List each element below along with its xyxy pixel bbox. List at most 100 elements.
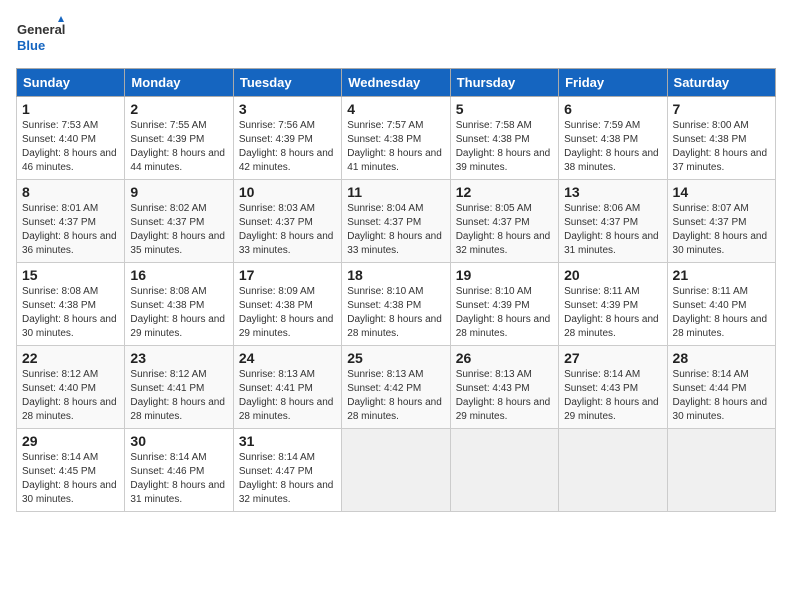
- day-info: Sunrise: 7:56 AMSunset: 4:39 PMDaylight:…: [239, 120, 334, 173]
- day-info: Sunrise: 8:12 AMSunset: 4:40 PMDaylight:…: [22, 369, 117, 422]
- day-info: Sunrise: 7:59 AMSunset: 4:38 PMDaylight:…: [564, 120, 659, 173]
- day-info: Sunrise: 8:13 AMSunset: 4:42 PMDaylight:…: [347, 369, 442, 422]
- day-info: Sunrise: 8:05 AMSunset: 4:37 PMDaylight:…: [456, 203, 551, 256]
- calendar-week-1: 1 Sunrise: 7:53 AMSunset: 4:40 PMDayligh…: [17, 97, 776, 180]
- calendar-cell: 10 Sunrise: 8:03 AMSunset: 4:37 PMDaylig…: [233, 180, 341, 263]
- day-info: Sunrise: 7:53 AMSunset: 4:40 PMDaylight:…: [22, 120, 117, 173]
- calendar-week-5: 29 Sunrise: 8:14 AMSunset: 4:45 PMDaylig…: [17, 429, 776, 512]
- logo: General Blue: [16, 16, 66, 60]
- day-info: Sunrise: 7:57 AMSunset: 4:38 PMDaylight:…: [347, 120, 442, 173]
- day-info: Sunrise: 8:00 AMSunset: 4:38 PMDaylight:…: [673, 120, 768, 173]
- calendar-cell: 28 Sunrise: 8:14 AMSunset: 4:44 PMDaylig…: [667, 346, 775, 429]
- calendar-cell: 13 Sunrise: 8:06 AMSunset: 4:37 PMDaylig…: [559, 180, 667, 263]
- day-number: 17: [239, 267, 336, 283]
- calendar-cell: 7 Sunrise: 8:00 AMSunset: 4:38 PMDayligh…: [667, 97, 775, 180]
- day-number: 13: [564, 184, 661, 200]
- day-number: 21: [673, 267, 770, 283]
- day-number: 26: [456, 350, 553, 366]
- day-number: 16: [130, 267, 227, 283]
- calendar-cell: 24 Sunrise: 8:13 AMSunset: 4:41 PMDaylig…: [233, 346, 341, 429]
- calendar-cell: 16 Sunrise: 8:08 AMSunset: 4:38 PMDaylig…: [125, 263, 233, 346]
- day-number: 19: [456, 267, 553, 283]
- day-info: Sunrise: 8:13 AMSunset: 4:41 PMDaylight:…: [239, 369, 334, 422]
- calendar-cell: 9 Sunrise: 8:02 AMSunset: 4:37 PMDayligh…: [125, 180, 233, 263]
- day-info: Sunrise: 7:58 AMSunset: 4:38 PMDaylight:…: [456, 120, 551, 173]
- day-info: Sunrise: 8:11 AMSunset: 4:39 PMDaylight:…: [564, 286, 659, 339]
- day-info: Sunrise: 8:10 AMSunset: 4:38 PMDaylight:…: [347, 286, 442, 339]
- svg-text:General: General: [17, 22, 65, 37]
- calendar-week-3: 15 Sunrise: 8:08 AMSunset: 4:38 PMDaylig…: [17, 263, 776, 346]
- day-info: Sunrise: 8:04 AMSunset: 4:37 PMDaylight:…: [347, 203, 442, 256]
- day-info: Sunrise: 8:01 AMSunset: 4:37 PMDaylight:…: [22, 203, 117, 256]
- day-number: 2: [130, 101, 227, 117]
- day-number: 10: [239, 184, 336, 200]
- day-number: 15: [22, 267, 119, 283]
- day-info: Sunrise: 8:07 AMSunset: 4:37 PMDaylight:…: [673, 203, 768, 256]
- weekday-header-friday: Friday: [559, 69, 667, 97]
- day-number: 9: [130, 184, 227, 200]
- calendar-cell: 30 Sunrise: 8:14 AMSunset: 4:46 PMDaylig…: [125, 429, 233, 512]
- weekday-header-saturday: Saturday: [667, 69, 775, 97]
- day-number: 1: [22, 101, 119, 117]
- day-info: Sunrise: 8:10 AMSunset: 4:39 PMDaylight:…: [456, 286, 551, 339]
- calendar-cell: 8 Sunrise: 8:01 AMSunset: 4:37 PMDayligh…: [17, 180, 125, 263]
- day-info: Sunrise: 8:11 AMSunset: 4:40 PMDaylight:…: [673, 286, 768, 339]
- day-number: 18: [347, 267, 444, 283]
- weekday-header-row: SundayMondayTuesdayWednesdayThursdayFrid…: [17, 69, 776, 97]
- day-info: Sunrise: 8:14 AMSunset: 4:46 PMDaylight:…: [130, 452, 225, 505]
- calendar-cell: 25 Sunrise: 8:13 AMSunset: 4:42 PMDaylig…: [342, 346, 450, 429]
- day-info: Sunrise: 8:09 AMSunset: 4:38 PMDaylight:…: [239, 286, 334, 339]
- day-number: 29: [22, 433, 119, 449]
- calendar-week-2: 8 Sunrise: 8:01 AMSunset: 4:37 PMDayligh…: [17, 180, 776, 263]
- weekday-header-thursday: Thursday: [450, 69, 558, 97]
- day-info: Sunrise: 8:02 AMSunset: 4:37 PMDaylight:…: [130, 203, 225, 256]
- day-info: Sunrise: 8:14 AMSunset: 4:47 PMDaylight:…: [239, 452, 334, 505]
- calendar-cell: 12 Sunrise: 8:05 AMSunset: 4:37 PMDaylig…: [450, 180, 558, 263]
- day-number: 24: [239, 350, 336, 366]
- calendar-cell: 2 Sunrise: 7:55 AMSunset: 4:39 PMDayligh…: [125, 97, 233, 180]
- calendar-cell: 21 Sunrise: 8:11 AMSunset: 4:40 PMDaylig…: [667, 263, 775, 346]
- day-info: Sunrise: 8:08 AMSunset: 4:38 PMDaylight:…: [130, 286, 225, 339]
- calendar-cell: 31 Sunrise: 8:14 AMSunset: 4:47 PMDaylig…: [233, 429, 341, 512]
- calendar-cell: 15 Sunrise: 8:08 AMSunset: 4:38 PMDaylig…: [17, 263, 125, 346]
- calendar-cell: 29 Sunrise: 8:14 AMSunset: 4:45 PMDaylig…: [17, 429, 125, 512]
- calendar-week-4: 22 Sunrise: 8:12 AMSunset: 4:40 PMDaylig…: [17, 346, 776, 429]
- calendar-cell: 23 Sunrise: 8:12 AMSunset: 4:41 PMDaylig…: [125, 346, 233, 429]
- calendar-cell: [450, 429, 558, 512]
- calendar-cell: 1 Sunrise: 7:53 AMSunset: 4:40 PMDayligh…: [17, 97, 125, 180]
- day-number: 25: [347, 350, 444, 366]
- calendar-cell: 18 Sunrise: 8:10 AMSunset: 4:38 PMDaylig…: [342, 263, 450, 346]
- day-number: 14: [673, 184, 770, 200]
- day-number: 4: [347, 101, 444, 117]
- weekday-header-tuesday: Tuesday: [233, 69, 341, 97]
- day-number: 5: [456, 101, 553, 117]
- day-number: 22: [22, 350, 119, 366]
- weekday-header-monday: Monday: [125, 69, 233, 97]
- calendar-cell: 4 Sunrise: 7:57 AMSunset: 4:38 PMDayligh…: [342, 97, 450, 180]
- day-info: Sunrise: 8:03 AMSunset: 4:37 PMDaylight:…: [239, 203, 334, 256]
- calendar-cell: 3 Sunrise: 7:56 AMSunset: 4:39 PMDayligh…: [233, 97, 341, 180]
- day-info: Sunrise: 8:13 AMSunset: 4:43 PMDaylight:…: [456, 369, 551, 422]
- day-number: 8: [22, 184, 119, 200]
- calendar-cell: [559, 429, 667, 512]
- day-number: 3: [239, 101, 336, 117]
- day-number: 20: [564, 267, 661, 283]
- calendar-table: SundayMondayTuesdayWednesdayThursdayFrid…: [16, 68, 776, 512]
- calendar-cell: 19 Sunrise: 8:10 AMSunset: 4:39 PMDaylig…: [450, 263, 558, 346]
- day-number: 6: [564, 101, 661, 117]
- calendar-cell: 5 Sunrise: 7:58 AMSunset: 4:38 PMDayligh…: [450, 97, 558, 180]
- calendar-cell: 20 Sunrise: 8:11 AMSunset: 4:39 PMDaylig…: [559, 263, 667, 346]
- day-info: Sunrise: 8:14 AMSunset: 4:43 PMDaylight:…: [564, 369, 659, 422]
- calendar-cell: 14 Sunrise: 8:07 AMSunset: 4:37 PMDaylig…: [667, 180, 775, 263]
- logo-svg: General Blue: [16, 16, 66, 60]
- day-number: 7: [673, 101, 770, 117]
- day-number: 27: [564, 350, 661, 366]
- day-info: Sunrise: 7:55 AMSunset: 4:39 PMDaylight:…: [130, 120, 225, 173]
- day-info: Sunrise: 8:08 AMSunset: 4:38 PMDaylight:…: [22, 286, 117, 339]
- calendar-cell: 11 Sunrise: 8:04 AMSunset: 4:37 PMDaylig…: [342, 180, 450, 263]
- calendar-cell: [342, 429, 450, 512]
- day-number: 11: [347, 184, 444, 200]
- calendar-cell: [667, 429, 775, 512]
- day-number: 30: [130, 433, 227, 449]
- header: General Blue: [16, 16, 776, 60]
